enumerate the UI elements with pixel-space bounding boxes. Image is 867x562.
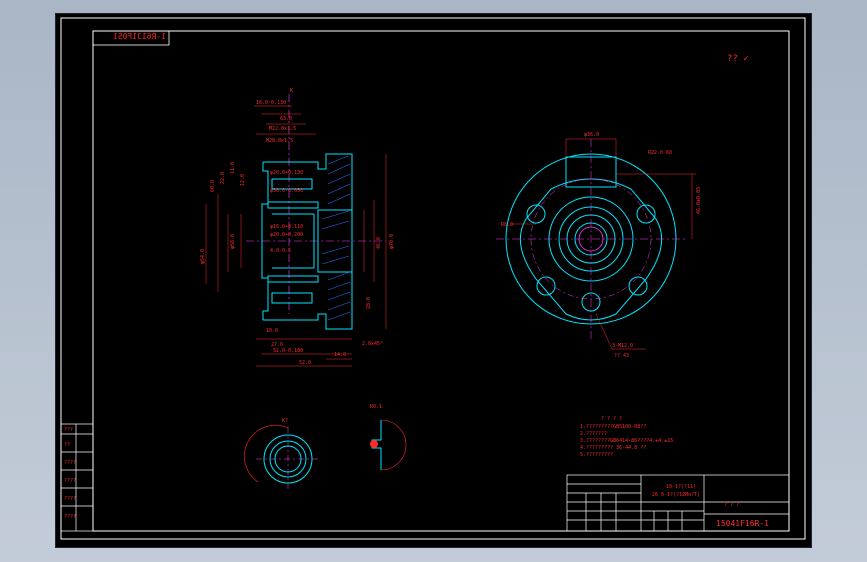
svg-text:3-M12.0: 3-M12.0 [612, 343, 633, 349]
svg-text:15041F16R-1: 15041F16R-1 [716, 519, 769, 528]
stamp-text: 1-R61J1F0S1 [113, 32, 166, 41]
svg-text:11.0: 11.0 [230, 162, 236, 174]
svg-text:φ58.0: φ58.0 [230, 234, 236, 249]
side-view [496, 138, 696, 350]
svg-text:???: ??? [64, 427, 73, 433]
svg-text:60.0: 60.0 [210, 180, 216, 192]
outer-border [60, 17, 806, 540]
title-block-texts: 10-1?(?11) 26 0-1?(?12Mo?T) ? ? ? 15041F… [652, 484, 769, 528]
svg-text:????: ???? [64, 496, 76, 502]
svg-text:R22.0: R22.0 [648, 150, 663, 156]
svg-text:3.????????GB6414-86????4.±4.±1: 3.????????GB6414-86????4.±4.±15 [580, 438, 673, 444]
svg-text:1.?????????GB5100-88??: 1.?????????GB5100-88?? [580, 424, 646, 430]
svg-text:φ36.0: φ36.0 [584, 132, 599, 138]
svg-text:4.????????? 36-44.8 ??: 4.????????? 36-44.8 ?? [580, 445, 646, 451]
svg-text:4.0-0.5: 4.0-0.5 [270, 248, 291, 254]
svg-text:φ20.0+0.280: φ20.0+0.280 [270, 232, 303, 238]
svg-text:φ54.0: φ54.0 [200, 249, 206, 264]
detail-view [370, 419, 407, 471]
svg-text:φ70.0: φ70.0 [389, 234, 395, 249]
svg-text:φ30.0-0.050: φ30.0-0.050 [270, 188, 303, 194]
svg-text:φ16.0+0.110: φ16.0+0.110 [270, 224, 303, 230]
view-k-title: K? [282, 418, 288, 424]
view-k-arrow-label: K [290, 88, 293, 94]
inner-border [92, 30, 790, 532]
check-marks: ?? ✓ [727, 54, 749, 64]
svg-text:28.0: 28.0 [366, 297, 372, 309]
svg-text:10.0: 10.0 [266, 328, 278, 334]
front-section-view [246, 94, 386, 330]
view-k [244, 424, 320, 491]
svg-text:? ? ?: ? ? ? [724, 502, 739, 508]
detail-title: R0.1 [370, 404, 382, 410]
svg-text:2.0x45°: 2.0x45° [362, 341, 383, 347]
svg-text:2.???????: 2.??????? [580, 431, 607, 437]
svg-text:??: ?? [64, 442, 70, 448]
cad-canvas[interactable]: 1-R61J1F0S1 ?? ✓ 16.0-0.130 63.0 M22.0x1… [56, 14, 811, 547]
svg-text:52.0-0.180: 52.0-0.180 [273, 348, 303, 354]
svg-text:60: 60 [666, 150, 672, 156]
svg-text:????: ???? [64, 514, 76, 520]
front-dimension-texts: 16.0-0.130 63.0 M22.0x1.5 M28.0x1.5 φ20.… [200, 100, 395, 366]
svg-text:M28.0x1.5: M28.0x1.5 [266, 138, 293, 144]
svg-text:26 0-1?(?12Mo?T): 26 0-1?(?12Mo?T) [652, 492, 700, 498]
svg-text:?? 43: ?? 43 [614, 353, 629, 359]
svg-text:63.0: 63.0 [280, 116, 292, 122]
svg-text:14.0: 14.0 [334, 352, 346, 358]
svg-text:? ? ? ?: ? ? ? ? [601, 416, 622, 422]
svg-text:22.0: 22.0 [220, 172, 226, 184]
hatch [321, 155, 351, 321]
tech-notes: ? ? ? ? 1.?????????GB5100-88?? 2.???????… [580, 416, 673, 458]
svg-text:R8.0: R8.0 [501, 222, 513, 228]
drawing-sheet: 1-R61J1F0S1 ?? ✓ 16.0-0.130 63.0 M22.0x1… [56, 14, 811, 547]
svg-text:φ20.0+0.130: φ20.0+0.130 [270, 170, 303, 176]
svg-text:????: ???? [64, 478, 76, 484]
svg-text:5.?????????: 5.????????? [580, 452, 613, 458]
svg-text:52.0: 52.0 [299, 360, 311, 366]
viewport: 1-R61J1F0S1 ?? ✓ 16.0-0.130 63.0 M22.0x1… [0, 0, 867, 562]
svg-text:????: ???? [64, 460, 76, 466]
svg-text:M22.0x1.5: M22.0x1.5 [269, 126, 296, 132]
svg-text:46.0: 46.0 [376, 237, 382, 249]
svg-text:46.0±0.05: 46.0±0.05 [696, 187, 702, 214]
svg-text:10-1?(?11): 10-1?(?11) [666, 484, 696, 490]
svg-text:12.0: 12.0 [240, 174, 246, 186]
svg-text:16.0-0.130: 16.0-0.130 [256, 100, 286, 106]
